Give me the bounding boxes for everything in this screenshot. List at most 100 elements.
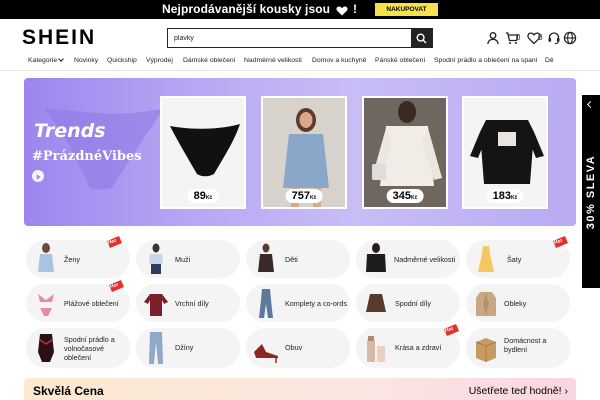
category-label: Krása a zdraví [395, 343, 442, 352]
promo-text: Nejprodávanější kousky jsou ! [162, 2, 357, 16]
nav-item-quickship[interactable]: Quickship [107, 57, 137, 64]
search-bar [167, 28, 433, 48]
section-title: Skvělá Cena [33, 384, 104, 398]
category-label: Obleky [504, 299, 527, 308]
category-label: Spodní díly [395, 299, 431, 308]
promo-bar: Nejprodávanější kousky jsou ! NAKUPOVAT [0, 0, 600, 19]
price-currency: Kč [309, 195, 317, 201]
category-lingerie[interactable]: Spodní prádlo a volnočasové oblečení [26, 328, 130, 368]
product-card[interactable]: 183Kč [462, 96, 548, 209]
price-currency: Kč [410, 195, 418, 201]
trends-banner[interactable]: Trends #PrázdnéVibes 89Kč 757Kč 345Kč 18… [24, 78, 576, 226]
price-value: 757 [291, 190, 310, 202]
category-label: Spodní prádlo a volnočasové oblečení [64, 335, 115, 362]
cart-count: 0 [516, 33, 521, 42]
jumpsuit-icon [259, 289, 273, 318]
chevron-down-icon [58, 56, 64, 62]
shein-logo[interactable]: SHEIN [22, 26, 96, 50]
wishlist-count: 0 [538, 33, 543, 42]
lingerie-icon [38, 334, 54, 362]
nav-item-sale[interactable]: Výprodej [146, 57, 173, 64]
category-tops[interactable]: Vrchní díly [136, 284, 240, 322]
category-label: Plážové oblečení [64, 299, 119, 308]
promo-text-main: Nejprodávanější kousky jsou [162, 2, 331, 16]
search-button[interactable] [411, 29, 432, 47]
nav-item-underwear[interactable]: Spodní prádlo a oblečení na spaní [434, 57, 538, 64]
skirt-icon [366, 294, 386, 312]
top-icon [144, 294, 168, 316]
chevron-right-icon: › [564, 385, 569, 397]
nav-item-categories[interactable]: Kategorie [28, 56, 64, 64]
category-label: Komplety a co-ords [285, 299, 347, 308]
category-jeans[interactable]: Džíny [136, 328, 240, 368]
nav-divider [0, 70, 600, 71]
product-card[interactable]: 757Kč [261, 96, 347, 209]
support-icon[interactable] [547, 31, 561, 45]
jeans-icon [149, 332, 163, 364]
discount-side-tab[interactable]: 30% SLEVA [582, 95, 600, 288]
men-icon [149, 243, 163, 274]
home-box-icon [475, 338, 497, 362]
great-price-section: Skvělá Cena Ušetřete teď hodně! › [24, 378, 576, 400]
discount-text: 30% SLEVA [585, 154, 597, 229]
nav-item-plus-size[interactable]: Nadměrné velikosti [244, 57, 302, 64]
price-value: 345 [392, 190, 411, 202]
cosmetics-icon [367, 336, 385, 362]
blazer-icon [476, 292, 496, 316]
category-label: Šaty [507, 255, 522, 264]
category-label: Vrchní díly [175, 299, 209, 308]
bikini-icon [38, 294, 54, 316]
category-label: Muži [175, 255, 191, 264]
nav-item-home[interactable]: Domov a kuchyně [312, 57, 366, 64]
plus-size-icon [366, 243, 386, 272]
category-label: Obuv [285, 343, 303, 352]
price-currency: Kč [205, 195, 213, 201]
trends-title: Trends [34, 120, 106, 142]
search-input[interactable] [168, 29, 412, 47]
nav-item-label: Kategorie [28, 57, 58, 64]
category-kids[interactable]: Děti [246, 240, 350, 278]
heart-icon [335, 5, 348, 16]
price-value: 89 [193, 190, 206, 202]
category-plus-size[interactable]: Nadměrné velikosti [356, 240, 460, 278]
nav-item-new[interactable]: Novinky [74, 57, 98, 64]
product-card[interactable]: 89Kč [160, 96, 246, 209]
category-suits[interactable]: Obleky [466, 284, 570, 322]
category-bottoms[interactable]: Spodní díly [356, 284, 460, 322]
category-men[interactable]: Muži [136, 240, 240, 278]
promo-text-end: ! [352, 2, 358, 16]
price-value: 183 [492, 190, 511, 202]
dress-icon [478, 246, 494, 272]
play-icon[interactable] [32, 170, 44, 182]
category-label: Džíny [175, 343, 194, 352]
kids-icon [258, 243, 274, 272]
hot-badge: Hot [552, 236, 568, 249]
price-tag: 757Kč [285, 189, 323, 203]
save-now-link-label: Ušetřete teď hodně! [468, 385, 562, 397]
category-label: Domácnost a bydlení [504, 336, 547, 354]
shoe-icon [254, 344, 278, 363]
category-sets[interactable]: Komplety a co-ords [246, 284, 350, 322]
hot-badge: Hot [108, 280, 124, 293]
price-tag: 89Kč [187, 189, 219, 203]
category-home[interactable]: Domácnost a bydlení [466, 328, 570, 368]
chevron-left-icon [586, 100, 595, 109]
category-nav: Kategorie Novinky Quickship Výprodej Dám… [0, 54, 600, 70]
nav-item-women[interactable]: Dámské oblečení [183, 57, 236, 64]
save-now-link[interactable]: Ušetřete teď hodně! › [469, 385, 568, 397]
category-label: Děti [285, 255, 298, 264]
user-icon[interactable] [486, 31, 500, 45]
product-card[interactable]: 345Kč [362, 96, 448, 209]
banner-hashtag: #PrázdnéVibes [32, 149, 142, 164]
nav-item-kids[interactable]: Dě [545, 57, 554, 64]
shop-now-button[interactable]: NAKUPOVAT [375, 3, 438, 16]
price-tag: 183Kč [486, 189, 524, 203]
globe-icon[interactable] [563, 31, 577, 45]
category-shoes[interactable]: Obuv [246, 328, 350, 368]
women-icon [38, 243, 54, 272]
nav-item-men[interactable]: Pánské oblečení [375, 57, 425, 64]
hot-badge: Hot [106, 236, 122, 249]
hot-badge: Hot [443, 324, 459, 337]
price-currency: Kč [510, 195, 518, 201]
category-label: Nadměrné velikosti [394, 255, 456, 264]
